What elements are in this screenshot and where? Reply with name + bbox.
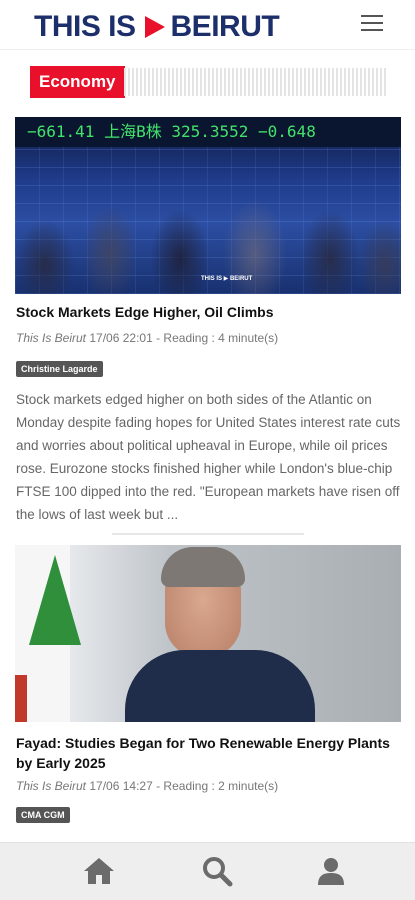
bottom-navigation [0,842,415,900]
article-2-datetime: 17/06 14:27 - Reading : 2 minute(s) [89,779,279,793]
section-header-stripes [124,68,387,96]
logo-text-this-is: THIS IS [34,10,136,43]
play-triangle-icon [144,16,165,38]
image-cedar [29,555,81,645]
article-1-tag[interactable]: Christine Lagarde [16,361,103,377]
article-2-title[interactable]: Fayad: Studies Began for Two Renewable E… [16,733,401,773]
article-1-title[interactable]: Stock Markets Edge Higher, Oil Climbs [16,302,401,322]
user-icon[interactable] [314,855,348,887]
home-icon[interactable] [82,855,116,887]
article-2-image[interactable] [15,545,401,722]
section-header: Economy [30,66,387,98]
image-watermark: THIS IS ▶ BEIRUT [201,276,253,282]
image-person-hair [161,547,245,587]
site-logo[interactable]: THIS IS BEIRUT [34,10,280,43]
logo-text-beirut: BEIRUT [170,10,280,43]
section-label-economy[interactable]: Economy [30,66,125,98]
image-person-body [125,650,315,722]
article-1-meta: This Is Beirut 17/06 22:01 - Reading : 4… [16,330,278,346]
article-2-meta: This Is Beirut 17/06 14:27 - Reading : 2… [16,778,278,794]
search-icon[interactable] [200,855,234,887]
image-ticker-text: −661.41 上海B株 325.3552 −0.648 [15,117,401,147]
image-person [125,545,315,722]
article-1-source: This Is Beirut [16,331,87,345]
article-1-datetime: 17/06 22:01 - Reading : 4 minute(s) [89,331,279,345]
hamburger-menu-icon[interactable] [361,15,383,33]
article-2-tag[interactable]: CMA CGM [16,807,70,823]
article-1-image[interactable]: −661.41 上海B株 325.3552 −0.648 THIS IS ▶ B… [15,117,401,294]
article-divider [112,533,304,535]
image-flag-red-stripe [15,675,27,722]
article-1-excerpt[interactable]: Stock markets edged higher on both sides… [16,388,401,526]
app-header: THIS IS BEIRUT [0,0,415,50]
article-2-source: This Is Beirut [16,779,87,793]
